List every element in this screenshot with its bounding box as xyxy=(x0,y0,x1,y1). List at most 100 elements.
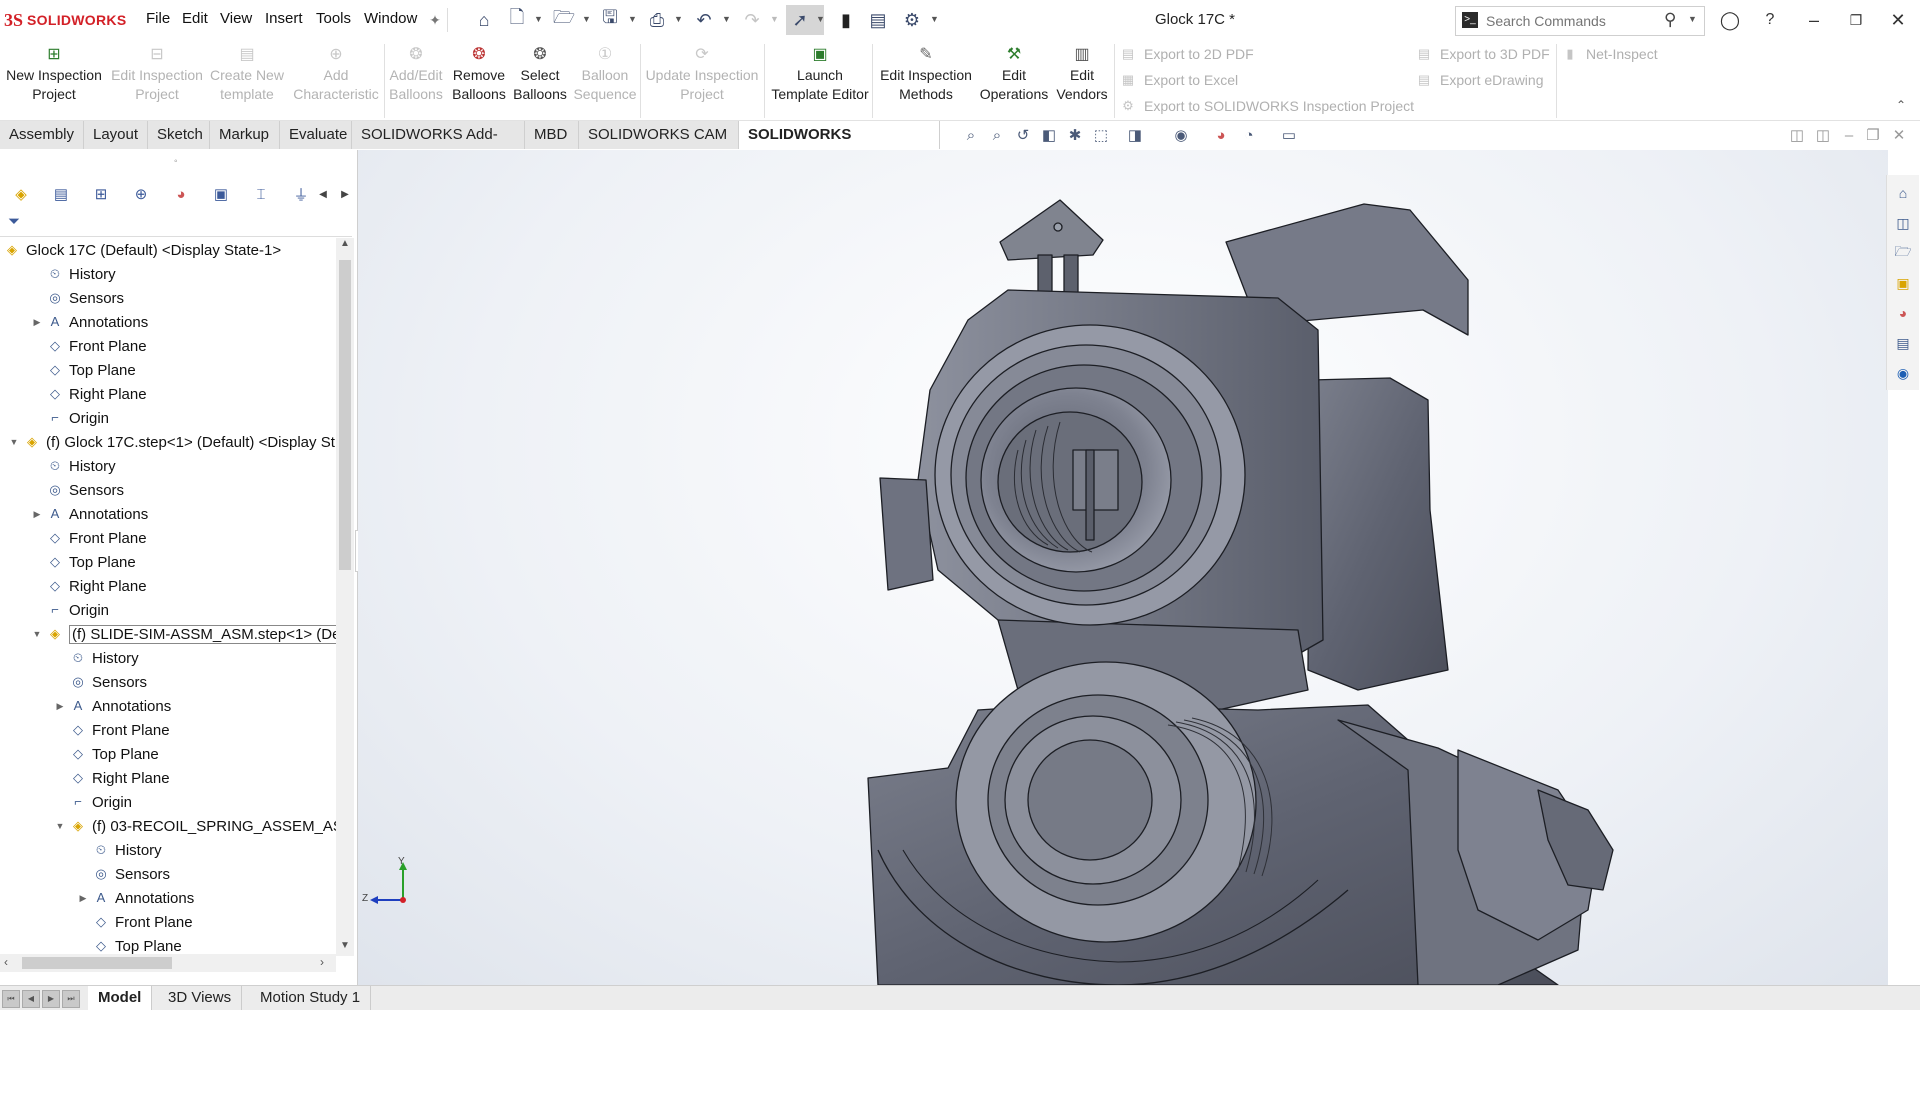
display-style-icon[interactable]: ◨ xyxy=(1124,125,1146,145)
design-library-icon[interactable]: ◫ xyxy=(1893,213,1913,233)
menu-view[interactable]: View xyxy=(220,10,252,27)
collapse-icon[interactable]: ▼ xyxy=(8,437,20,447)
tree-item[interactable]: ◇ Front Plane xyxy=(31,334,147,358)
chevron-down-icon[interactable]: ▼ xyxy=(770,14,779,24)
apply-scene-icon[interactable]: ◔ xyxy=(1238,125,1260,145)
collapse-icon[interactable]: ▼ xyxy=(54,821,66,831)
tree-item[interactable]: ▶ A Annotations xyxy=(77,886,195,910)
search-commands-box[interactable]: >_ ⚲ ▼ xyxy=(1455,6,1705,36)
edit-inspection-methods-button[interactable]: ✎ Edit Inspection Methods xyxy=(876,44,976,114)
tree-item[interactable]: ◇ Front Plane xyxy=(54,718,170,742)
remove-balloons-button[interactable]: ❂ Remove Balloons xyxy=(450,44,508,114)
launch-template-editor-button[interactable]: ▣ Launch Template Editor xyxy=(768,44,872,114)
menu-edit[interactable]: Edit xyxy=(182,10,208,27)
section-view-icon[interactable]: ◧ xyxy=(1038,125,1060,145)
select-balloons-button[interactable]: ❂ Select Balloons xyxy=(513,44,567,114)
tree-filter[interactable]: ⏷ xyxy=(0,210,352,237)
tree-item[interactable]: ◇ Right Plane xyxy=(54,766,170,790)
export-excel-button[interactable]: ▦ Export to Excel xyxy=(1120,69,1238,91)
tree-item[interactable]: ◎ Sensors xyxy=(31,478,124,502)
tree-item[interactable]: ⌐ Origin xyxy=(54,790,132,814)
tree-item[interactable]: ⏲ History xyxy=(31,454,116,478)
solidworks-logo[interactable]: 3S SOLIDWORKS xyxy=(4,8,126,32)
dynamic-annotation-icon[interactable]: ✱ xyxy=(1064,125,1086,145)
chevron-down-icon[interactable]: ▼ xyxy=(722,14,731,24)
tree-item[interactable]: ⌐ Origin xyxy=(31,598,109,622)
save-icon[interactable]: 🖫 xyxy=(598,7,622,32)
expand-icon[interactable]: ▶ xyxy=(54,701,66,712)
display-manager-tab-icon[interactable]: ◕ xyxy=(170,184,192,204)
first-tab-icon[interactable]: ⏮ xyxy=(2,990,20,1008)
tree-item[interactable]: ⏲ History xyxy=(54,646,139,670)
view-orientation-icon[interactable]: ⬚ xyxy=(1090,125,1112,145)
tree-item[interactable]: ◎ Sensors xyxy=(54,670,147,694)
chevron-right-icon[interactable]: ▶ xyxy=(334,184,356,204)
dimxpert-tab-icon[interactable]: ⊕ xyxy=(130,184,152,204)
tree-item[interactable]: ◎ Sensors xyxy=(31,286,124,310)
scrollbar-thumb[interactable] xyxy=(339,260,351,570)
tab-sketch[interactable]: Sketch xyxy=(148,121,210,149)
tab-solidworks-addins[interactable]: SOLIDWORKS Add-Ins xyxy=(352,121,525,171)
tree-item[interactable]: ▼ ◈ (f) Glock 17C.step<1> (Default) <Displ… xyxy=(8,430,335,454)
tree-item[interactable]: ◇ Front Plane xyxy=(77,910,193,934)
view-settings-icon[interactable]: ▭ xyxy=(1278,125,1300,145)
tab-solidworks-inspection[interactable]: SOLIDWORKS Inspection xyxy=(739,121,940,171)
tree-item[interactable]: ◇ Top Plane xyxy=(54,742,159,766)
open-icon[interactable]: 🗁 xyxy=(552,7,576,32)
panel-handle-icon[interactable]: ◦ xyxy=(174,156,178,167)
view-palette-icon[interactable]: ▣ xyxy=(1893,273,1913,293)
tree-item[interactable]: ◈ Glock 17C (Default) <Display State-1> xyxy=(4,238,281,262)
menu-window[interactable]: Window xyxy=(364,10,417,27)
menu-insert[interactable]: Insert xyxy=(265,10,303,27)
tree-item[interactable]: ⏲ History xyxy=(77,838,162,862)
collapse-ribbon-icon[interactable]: ⌃ xyxy=(1896,98,1906,112)
add-characteristic-button[interactable]: ⊕ Add Characteristic xyxy=(292,44,380,114)
tile-right-icon[interactable]: ◫ xyxy=(1812,125,1834,145)
tree-horizontal-scrollbar[interactable]: ‹ › xyxy=(0,954,336,972)
minimize-window-button[interactable]: – xyxy=(1800,6,1828,34)
home-icon[interactable]: ⌂ xyxy=(472,8,496,32)
pin-icon[interactable]: ✦ xyxy=(423,8,447,32)
chevron-down-icon[interactable]: ▼ xyxy=(674,14,683,24)
zoom-to-area-icon[interactable]: ⌕ xyxy=(986,125,1008,145)
user-account-icon[interactable]: ◯ xyxy=(1716,6,1744,34)
tree-vertical-scrollbar[interactable]: ▲ ▼ xyxy=(336,238,354,956)
file-properties-icon[interactable]: ▤ xyxy=(866,8,890,32)
scroll-up-icon[interactable]: ▲ xyxy=(340,238,350,249)
search-input[interactable] xyxy=(1484,10,1658,32)
file-explorer-icon[interactable]: 🗁 xyxy=(1893,243,1913,263)
chevron-down-icon[interactable]: ▼ xyxy=(930,14,939,24)
inspection-tab-icon[interactable]: ⌶ xyxy=(250,184,272,204)
new-inspection-project-button[interactable]: ⊞ New Inspection Project xyxy=(6,44,102,114)
expand-icon[interactable]: ▶ xyxy=(77,893,89,904)
tab-assembly[interactable]: Assembly xyxy=(0,121,84,149)
chevron-left-icon[interactable]: ◀ xyxy=(312,184,334,204)
add-edit-balloons-button[interactable]: ❂ Add/Edit Balloons xyxy=(388,44,444,114)
tab-layout[interactable]: Layout xyxy=(84,121,148,149)
restore-window-button[interactable]: ❐ xyxy=(1842,6,1870,34)
scrollbar-thumb[interactable] xyxy=(22,957,172,969)
appearances-icon[interactable]: ◕ xyxy=(1893,303,1913,323)
search-icon[interactable]: ⚲ xyxy=(1664,10,1676,30)
tab-3d-views[interactable]: 3D Views xyxy=(158,986,243,1010)
export-3d-pdf-button[interactable]: ▤ Export to 3D PDF xyxy=(1416,43,1550,65)
tile-left-icon[interactable]: ◫ xyxy=(1786,125,1808,145)
scroll-down-icon[interactable]: ▼ xyxy=(340,940,350,951)
chevron-down-icon[interactable]: ▼ xyxy=(582,14,591,24)
tab-model[interactable]: Model xyxy=(88,986,153,1010)
chevron-down-icon[interactable]: ▼ xyxy=(816,14,825,24)
feature-manager-tab-icon[interactable]: ◈ xyxy=(10,184,32,204)
print-icon[interactable]: ⎙ xyxy=(645,8,669,32)
zoom-to-fit-icon[interactable]: ⌕ xyxy=(960,125,982,145)
property-manager-tab-icon[interactable]: ▤ xyxy=(50,184,72,204)
glock-model-render[interactable] xyxy=(358,150,1888,985)
net-inspect-button[interactable]: ▮ Net-Inspect xyxy=(1562,43,1657,65)
new-document-icon[interactable]: 🗋 xyxy=(505,7,529,32)
tree-item[interactable]: ▼ ◈ (f) 03-RECOIL_SPRING_ASSEM_ASM. xyxy=(54,814,336,838)
last-tab-icon[interactable]: ⏭ xyxy=(62,990,80,1008)
tree-item[interactable]: ▼ ◈ (f) SLIDE-SIM-ASSM_ASM.step<1> (Def xyxy=(31,622,336,646)
tree-item[interactable]: ◇ Right Plane xyxy=(31,382,147,406)
solidworks-resources-icon[interactable]: ⌂ xyxy=(1893,183,1913,203)
tree-item[interactable]: ▶ A Annotations xyxy=(31,310,149,334)
create-new-template-button[interactable]: ▤ Create New template xyxy=(208,44,286,114)
